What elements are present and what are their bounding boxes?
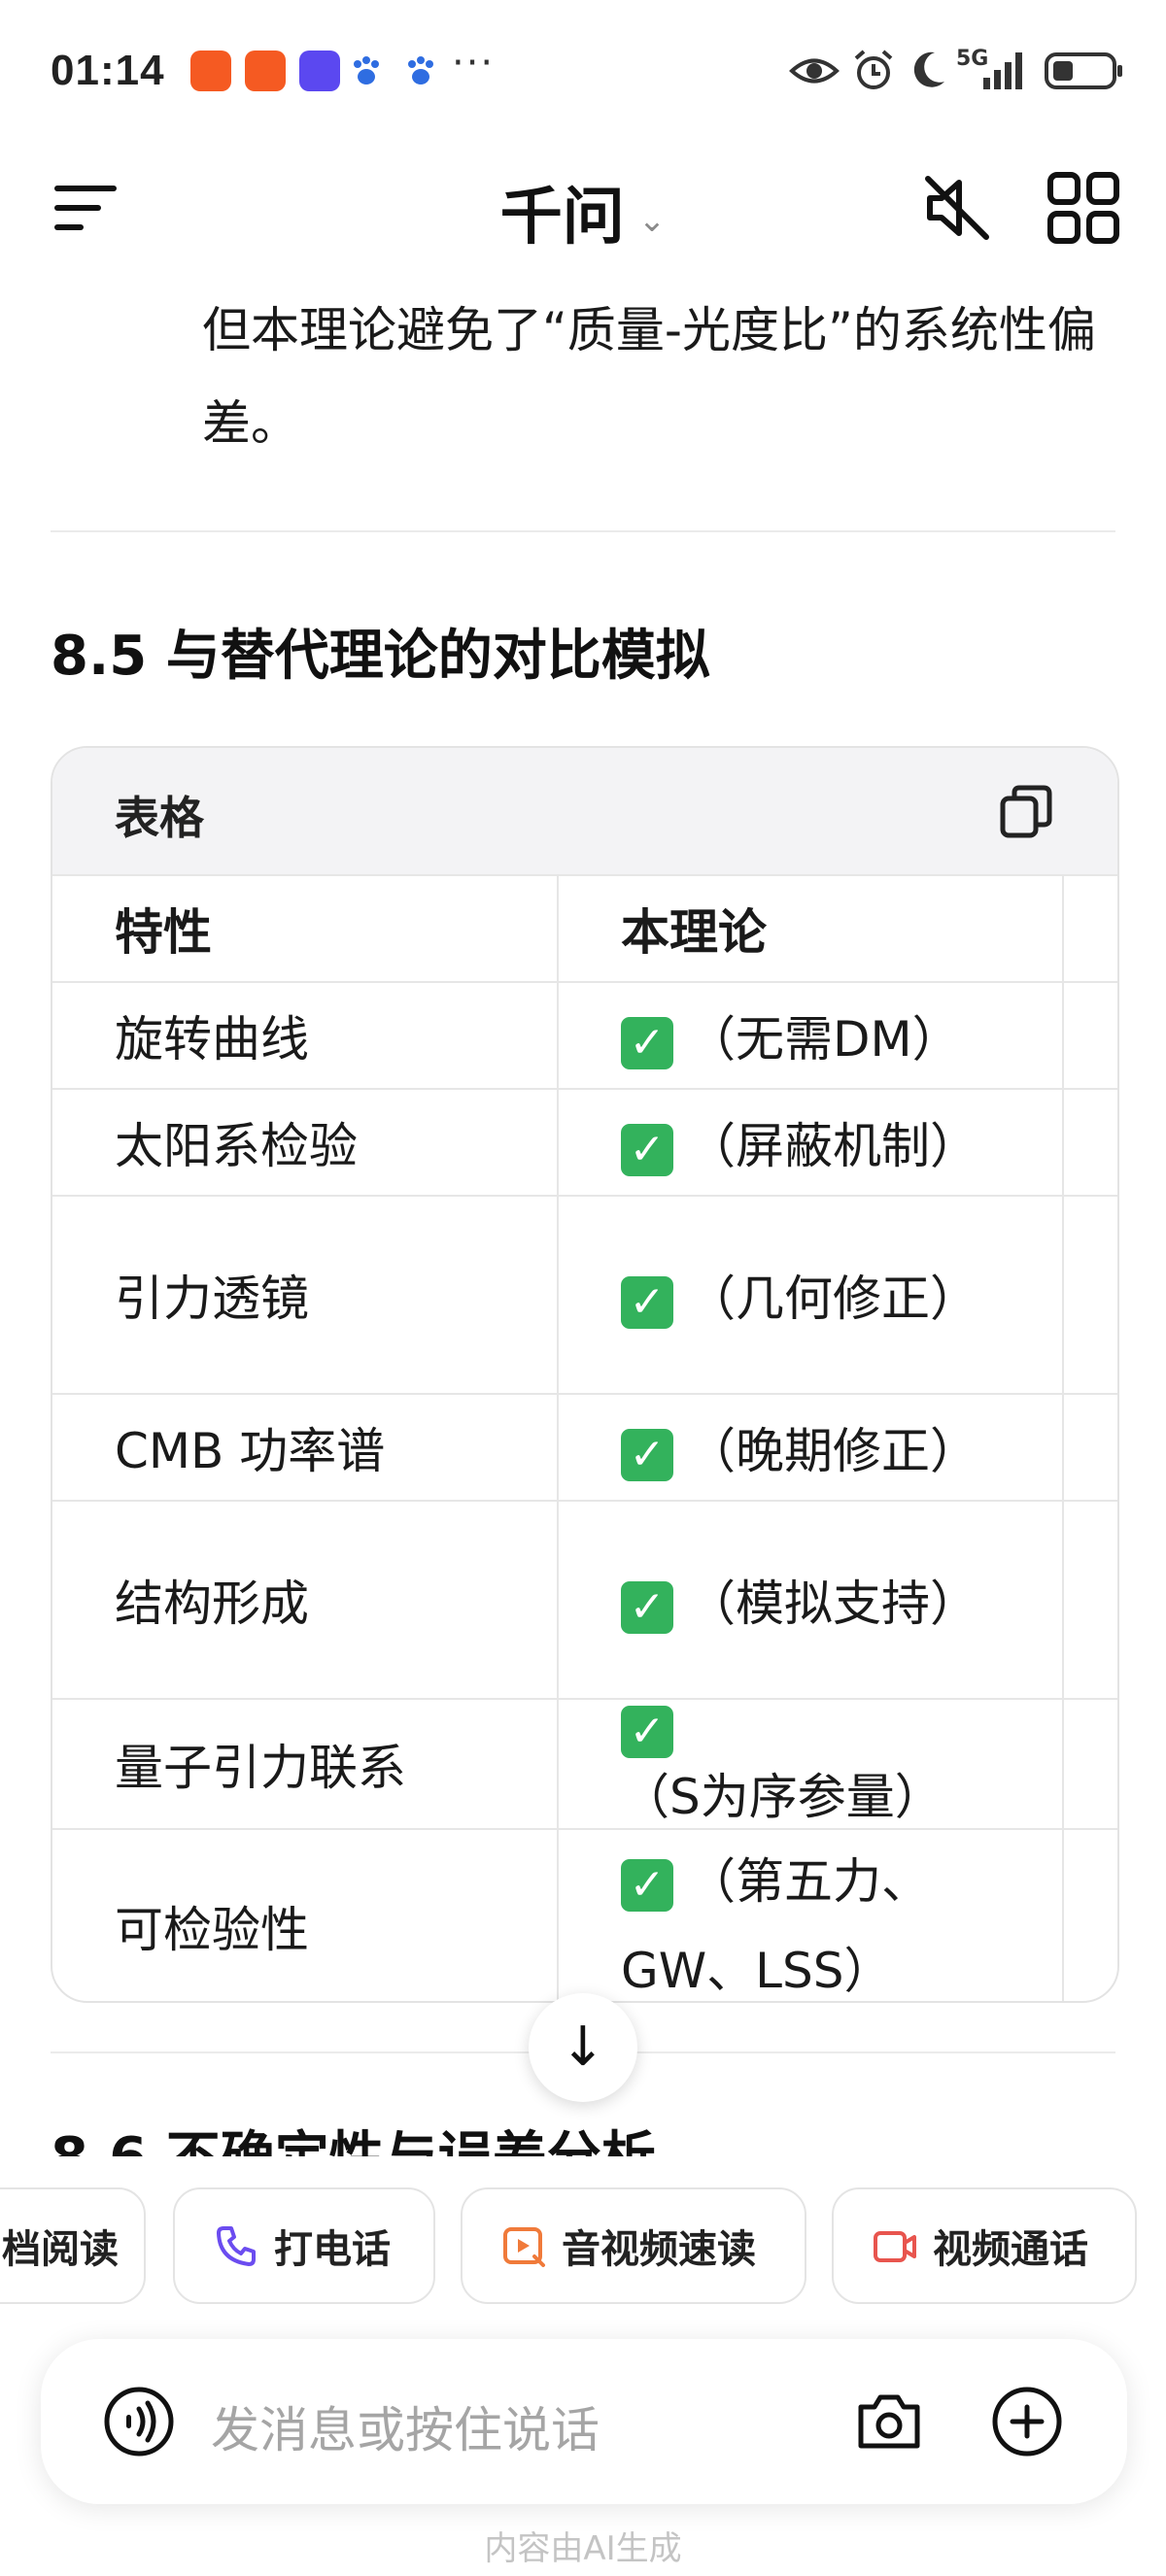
answer-paragraph: 但本理论避免了“质量-光度比”的系统性偏差。 xyxy=(202,302,1096,452)
feature-cell: 引力透镜 xyxy=(52,1196,559,1395)
feature-cell: 太阳系检验 xyxy=(52,1089,559,1197)
battery-icon xyxy=(1045,52,1122,89)
table-cell-cut xyxy=(1063,1394,1117,1502)
video-read-icon xyxy=(503,2227,545,2267)
more-notifications-icon: ··· xyxy=(452,41,496,85)
result-cell: ✓ （几何修正） xyxy=(558,1196,1064,1395)
table-row: 量子引力联系 ✓ （S为序参量） xyxy=(52,1699,1117,1830)
result-cell: ✓ （S为序参量） xyxy=(558,1699,1064,1830)
message-input-bar: 发消息或按住说话 xyxy=(41,2339,1127,2504)
ai-generated-note: 内容由AI生成 xyxy=(484,2529,682,2568)
result-cell: ✓ （无需DM） xyxy=(558,982,1064,1090)
phone-icon xyxy=(217,2226,256,2266)
table-row: 结构形成 ✓ （模拟支持） xyxy=(52,1501,1117,1700)
chip-label: 音视频速读 xyxy=(562,2227,756,2272)
chip-document-reading[interactable]: 档阅读 xyxy=(0,2187,146,2304)
quick-action-chips: 档阅读 打电话 音视频速读 视频通话 xyxy=(0,2187,1166,2314)
table-cell-cut xyxy=(1063,982,1117,1090)
feature-cell: 量子引力联系 xyxy=(52,1699,559,1830)
divider xyxy=(51,530,1115,532)
table-card: 表格 特性 本理论 旋转曲线 ✓ （无需DM） 太阳系检验 ✓ （屏蔽机制） 引力透… xyxy=(51,746,1119,2003)
apps-grid-icon[interactable] xyxy=(1045,169,1122,247)
purple-app-icon xyxy=(299,51,340,91)
table-row: CMB 功率谱 ✓ （晚期修正） xyxy=(52,1394,1117,1502)
signal-icon xyxy=(983,52,1022,89)
arrow-down-icon: ↓ xyxy=(560,2016,606,2079)
table-card-label: 表格 xyxy=(115,792,204,844)
chip-phone-call[interactable]: 打电话 xyxy=(173,2187,435,2304)
check-mark-icon: ✓ xyxy=(621,1016,673,1069)
result-cell: ✓ （晚期修正） xyxy=(558,1394,1064,1502)
table-cell-cut xyxy=(1063,1699,1117,1830)
table-card-header: 表格 xyxy=(52,748,1117,876)
chip-label: 打电话 xyxy=(274,2227,391,2272)
result-text: （模拟支持） xyxy=(687,1576,978,1632)
column-header: 特性 xyxy=(52,876,559,983)
check-mark-icon: ✓ xyxy=(621,1275,673,1329)
chip-video-call[interactable]: 视频通话 xyxy=(832,2187,1137,2304)
feature-cell: 旋转曲线 xyxy=(52,982,559,1090)
table-row: 太阳系检验 ✓ （屏蔽机制） xyxy=(52,1089,1117,1197)
alarm-icon xyxy=(854,50,893,89)
app-title: 千问 xyxy=(499,182,625,254)
table-header-row: 特性 本理论 xyxy=(52,876,1117,983)
speaker-mute-icon[interactable] xyxy=(918,169,996,247)
section-heading: 8.5 与替代理论的对比模拟 xyxy=(51,625,710,688)
chip-av-speed-read[interactable]: 音视频速读 xyxy=(461,2187,806,2304)
video-camera-icon xyxy=(874,2231,916,2262)
feature-cell: 结构形成 xyxy=(52,1501,559,1700)
table-row: 旋转曲线 ✓ （无需DM） xyxy=(52,982,1117,1090)
app-header: 千问 ⌄ xyxy=(0,146,1166,272)
result-cell: ✓ （屏蔽机制） xyxy=(558,1089,1064,1197)
feature-cell: CMB 功率谱 xyxy=(52,1394,559,1502)
eye-icon xyxy=(789,58,840,84)
camera-icon[interactable] xyxy=(853,2386,925,2457)
table-cell-cut xyxy=(1063,1828,1117,2001)
moon-icon xyxy=(913,51,944,87)
feature-cell: 可检验性 xyxy=(52,1828,559,2001)
check-mark-icon: ✓ xyxy=(621,1858,673,1912)
copy-icon[interactable] xyxy=(997,783,1055,841)
next-section-heading-clipped: 8.6 不确定性与误差分析 xyxy=(51,2123,1115,2156)
result-cell: ✓ （第五力、GW、LSS） xyxy=(558,1828,1064,2001)
chip-label: 档阅读 xyxy=(2,2227,119,2272)
check-mark-icon: ✓ xyxy=(621,1123,673,1176)
result-text: （无需DM） xyxy=(687,1011,961,1068)
baidu-paw-icon xyxy=(408,56,433,85)
table-cell-cut xyxy=(1063,1196,1117,1395)
column-header-cut xyxy=(1063,876,1117,983)
check-mark-icon: ✓ xyxy=(621,1580,673,1634)
kuaikan-app-icon xyxy=(190,51,231,91)
status-time: 01:14 xyxy=(51,47,165,94)
status-bar: 01:14 ··· 5G xyxy=(0,0,1166,146)
result-text: （屏蔽机制） xyxy=(687,1118,978,1174)
result-text: （S为序参量） xyxy=(621,1768,943,1825)
message-input[interactable]: 发消息或按住说话 xyxy=(211,2391,600,2461)
result-cell: ✓ （模拟支持） xyxy=(558,1501,1064,1700)
chip-label: 视频通话 xyxy=(933,2227,1088,2272)
table-row: 可检验性 ✓ （第五力、GW、LSS） xyxy=(52,1828,1117,2001)
scroll-to-bottom-button[interactable]: ↓ xyxy=(529,1993,637,2102)
table-row: 引力透镜 ✓ （几何修正） xyxy=(52,1196,1117,1395)
voice-wave-icon[interactable] xyxy=(103,2386,175,2457)
result-text: （晚期修正） xyxy=(687,1423,978,1479)
check-mark-icon: ✓ xyxy=(621,1705,673,1758)
comparison-table: 特性 本理论 旋转曲线 ✓ （无需DM） 太阳系检验 ✓ （屏蔽机制） 引力透镜 ✓… xyxy=(52,876,1117,2001)
section-heading: 8.6 不确定性与误差分析 xyxy=(51,2123,656,2156)
kuaikan-app-icon xyxy=(245,51,286,91)
chevron-down-icon: ⌄ xyxy=(637,201,667,241)
table-cell-cut xyxy=(1063,1501,1117,1700)
table-cell-cut xyxy=(1063,1089,1117,1197)
check-mark-icon: ✓ xyxy=(621,1428,673,1481)
baidu-paw-icon xyxy=(354,56,379,85)
plus-icon[interactable] xyxy=(991,2386,1063,2457)
column-header: 本理论 xyxy=(558,876,1064,983)
result-text: （几何修正） xyxy=(687,1271,978,1327)
